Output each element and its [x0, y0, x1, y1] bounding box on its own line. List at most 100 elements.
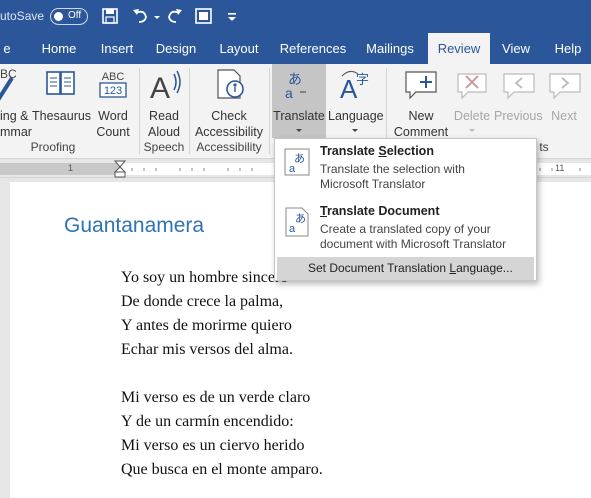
autosave-toggle[interactable]: Off — [50, 8, 88, 25]
ribbon-tabs: e Home Insert Design Layout References M… — [0, 33, 591, 64]
delete-comment-button[interactable]: Delete — [452, 64, 492, 138]
verse-line: Mi verso es un ciervo herido — [121, 437, 305, 454]
document-heading: Guantanamera — [64, 214, 205, 237]
check-accessibility-label-2: Accessibility — [194, 125, 264, 139]
group-label-accessibility: Accessibility — [196, 140, 262, 154]
verse-line: Que busca en el monte amparo. — [121, 461, 323, 478]
svg-text:a: a — [289, 163, 296, 175]
tab-home[interactable]: Home — [32, 33, 86, 64]
previous-comment-button[interactable]: Previous — [494, 64, 543, 138]
previous-label: Previous — [494, 109, 543, 123]
set-translation-language-label: Set Document Translation Language... — [308, 261, 513, 275]
new-comment-icon — [405, 71, 437, 100]
translate-icon: あ a — [285, 72, 310, 101]
svg-text:あ: あ — [294, 152, 305, 165]
autosave-label: AutoSave — [0, 9, 45, 23]
spelling-grammar-button[interactable]: BC ing & mmar — [0, 64, 32, 139]
language-icon: A 字 — [340, 70, 369, 104]
language-button[interactable]: A 字 Language — [328, 64, 384, 138]
thesaurus-button[interactable]: Thesaurus — [32, 64, 92, 138]
menu-item-translate-selection[interactable]: あ a Translate Selection Translate the se… — [275, 139, 536, 197]
word-count-icon: ABC 123 — [99, 71, 127, 98]
svg-text:123: 123 — [104, 85, 122, 97]
translate-selection-title: Translate Selection — [320, 144, 434, 158]
autosave-state: Off — [68, 10, 82, 21]
svg-text:ABC: ABC — [102, 71, 125, 83]
verse-line: De donde crece la palma, — [121, 293, 284, 310]
language-label: Language — [328, 109, 384, 123]
tab-review[interactable]: Review — [428, 33, 490, 64]
spelling-label-2: mmar — [0, 125, 32, 139]
ruler-number: 1 — [68, 163, 74, 173]
group-separator — [189, 68, 190, 154]
menu-item-translate-document[interactable]: あ a Translate Document Create a translat… — [275, 199, 536, 257]
group-label-speech: Speech — [143, 140, 185, 154]
check-accessibility-button[interactable]: Check Accessibility — [192, 64, 266, 139]
tab-help[interactable]: Help — [548, 33, 588, 64]
word-count-label-1: Word — [98, 109, 128, 123]
word-count-button[interactable]: ABC 123 Word Count — [92, 64, 134, 139]
group-separator — [139, 68, 140, 154]
ruler-margin — [0, 163, 120, 175]
tab-references[interactable]: References — [276, 33, 350, 64]
svg-text:a: a — [289, 223, 296, 235]
svg-text:a: a — [285, 85, 293, 101]
translate-document-icon: あ a — [285, 207, 309, 237]
verse-line: Yo soy un hombre sincero — [121, 269, 289, 286]
accessibility-icon — [217, 69, 244, 99]
title-bar: AutoSave Off — [0, 0, 591, 33]
next-comment-icon — [549, 73, 581, 100]
translate-label: Translate — [273, 109, 325, 123]
translate-dropdown-menu: あ a Translate Selection Translate the se… — [274, 138, 537, 281]
new-comment-button[interactable]: New Comment — [390, 64, 452, 139]
verse-line: Y antes de morirme quiero — [121, 317, 292, 334]
translate-dropdown-icon — [296, 129, 302, 132]
tab-mailings[interactable]: Mailings — [360, 33, 420, 64]
translate-document-description: Create a translated copy of your documen… — [320, 222, 507, 251]
undo-icon[interactable] — [130, 5, 152, 27]
translate-button[interactable]: あ a Translate — [272, 64, 326, 138]
previous-comment-icon — [503, 73, 535, 100]
language-dropdown-icon — [352, 129, 358, 132]
translate-selection-icon: あ a — [284, 148, 310, 176]
read-aloud-label-2: Aloud — [148, 125, 180, 139]
redo-icon[interactable] — [164, 5, 186, 27]
translate-selection-description: Translate the selection with Microsoft T… — [320, 162, 465, 191]
check-accessibility-label-1: Check — [211, 109, 247, 123]
new-comment-label-1: New — [408, 109, 434, 123]
tab-design[interactable]: Design — [150, 33, 202, 64]
read-aloud-button[interactable]: A Read Aloud — [142, 64, 186, 139]
word-count-label-2: Count — [96, 125, 130, 139]
verse-line: Echar mis versos del alma. — [121, 341, 293, 358]
print-layout-icon[interactable] — [193, 5, 215, 27]
customize-toolbar-icon[interactable] — [225, 5, 239, 27]
stanza-1: Yo soy un hombre sincero De donde crece … — [121, 266, 293, 362]
tab-layout[interactable]: Layout — [212, 33, 266, 64]
spelling-check-icon: BC — [0, 67, 17, 101]
delete-label: Delete — [453, 109, 491, 123]
toggle-knob — [54, 12, 63, 21]
group-separator — [269, 68, 270, 154]
verse-line: Mi verso es de un verde claro — [121, 389, 311, 406]
translate-document-title: Translate Document — [320, 204, 440, 218]
undo-dropdown-icon[interactable] — [152, 5, 162, 27]
stanza-2: Mi verso es de un verde claro Y de un ca… — [121, 386, 323, 482]
menu-item-set-translation-language[interactable]: Set Document Translation Language... — [277, 257, 534, 280]
verse-line: Y de un carmín encendido: — [121, 413, 294, 430]
spelling-label-1: ing & — [0, 109, 29, 123]
thesaurus-label: Thesaurus — [32, 109, 92, 123]
group-label-comments: ts — [539, 140, 549, 154]
next-label: Next — [551, 109, 577, 123]
svg-text:A: A — [150, 72, 170, 104]
tab-view[interactable]: View — [496, 33, 536, 64]
tab-insert[interactable]: Insert — [92, 33, 142, 64]
delete-comment-icon — [457, 73, 487, 100]
delete-dropdown-icon — [469, 129, 475, 132]
svg-text:BC: BC — [0, 67, 17, 81]
thesaurus-icon — [46, 71, 75, 95]
tab-file[interactable]: e — [0, 33, 14, 64]
save-icon[interactable] — [100, 5, 120, 27]
group-label-proofing: Proofing — [30, 140, 76, 154]
read-aloud-label-1: Read — [149, 109, 179, 123]
next-comment-button[interactable]: Next — [544, 64, 584, 138]
